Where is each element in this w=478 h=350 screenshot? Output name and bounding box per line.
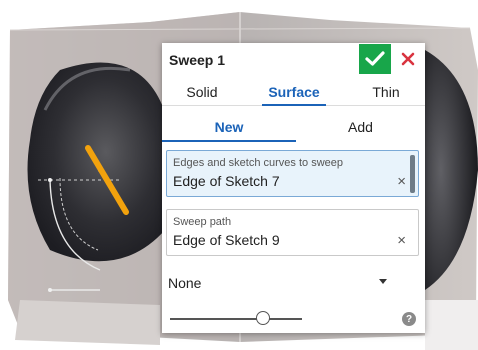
close-icon [401, 52, 415, 66]
body-type-selector: Solid Surface Thin [162, 79, 425, 106]
body-type-thin[interactable]: Thin [348, 79, 424, 105]
clear-profiles-icon[interactable]: × [397, 174, 406, 189]
body-type-surface[interactable]: Surface [244, 79, 344, 106]
slider-track[interactable] [170, 318, 302, 320]
path-field-value: Edge of Sketch 9 [173, 232, 280, 248]
path-field[interactable]: Sweep path Edge of Sketch 9 × [166, 209, 419, 256]
slider-row: ? [162, 308, 425, 330]
cancel-button[interactable] [393, 44, 423, 74]
tab-add[interactable]: Add [296, 114, 425, 140]
profiles-field[interactable]: Edges and sketch curves to sweep Edge of… [166, 150, 419, 197]
profiles-field-value: Edge of Sketch 7 [173, 173, 280, 189]
profile-control-value: None [168, 275, 202, 291]
checkmark-icon [365, 51, 385, 66]
path-field-label: Sweep path [173, 216, 232, 228]
clear-path-icon[interactable]: × [397, 233, 406, 248]
sweep-dialog: Sweep 1 Solid Surface Thin New Add Edges… [162, 43, 425, 333]
profiles-field-label: Edges and sketch curves to sweep [173, 157, 343, 169]
dialog-header: Sweep 1 [162, 43, 425, 76]
body-type-solid[interactable]: Solid [162, 79, 242, 105]
dialog-title: Sweep 1 [169, 52, 226, 68]
slider-handle[interactable] [256, 311, 270, 325]
tab-new[interactable]: New [162, 114, 296, 142]
accept-button[interactable] [359, 44, 391, 74]
chevron-down-icon [379, 279, 387, 284]
profiles-field-scrollbar[interactable] [410, 155, 415, 193]
profile-control-dropdown[interactable]: None [166, 267, 419, 297]
help-icon[interactable]: ? [402, 312, 416, 326]
operation-tabs: New Add [162, 114, 425, 142]
